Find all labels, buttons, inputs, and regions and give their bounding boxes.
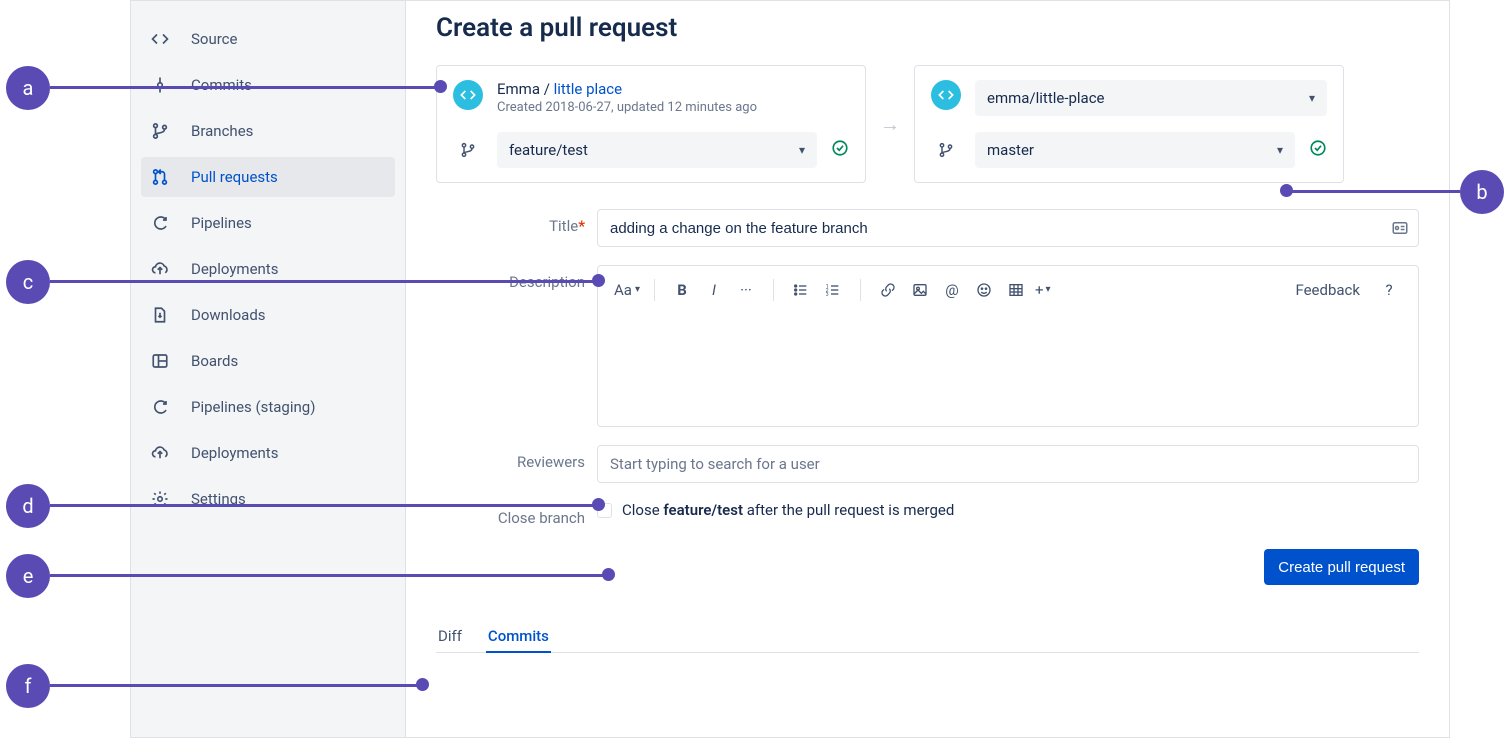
dest-repo-value: emma/little-place — [987, 89, 1105, 107]
title-label: Title* — [436, 209, 597, 235]
numbered-list-button[interactable]: 123 — [820, 277, 846, 303]
tab-diff[interactable]: Diff — [436, 621, 464, 653]
reviewers-input[interactable]: Start typing to search for a user — [597, 445, 1419, 483]
dest-branch-select[interactable]: master ▾ — [975, 132, 1295, 168]
main-content: Create a pull request Emma / little plac… — [406, 1, 1449, 737]
sidebar-item-label: Commits — [191, 76, 252, 94]
branch-icon — [931, 142, 961, 158]
sidebar-item-label: Pull requests — [191, 168, 278, 186]
sidebar-item-downloads[interactable]: Downloads — [141, 295, 395, 335]
repo-avatar — [931, 80, 961, 110]
diff-tabs: Diff Commits — [436, 621, 1419, 653]
annotation-a: a — [6, 66, 50, 110]
annotation-b: b — [1460, 170, 1504, 214]
source-owner: Emma — [497, 80, 540, 98]
required-marker: * — [578, 217, 585, 235]
source-branch-value: feature/test — [509, 141, 588, 159]
sidebar-item-commits[interactable]: Commits — [141, 65, 395, 105]
chevron-down-icon: ▾ — [1046, 284, 1051, 295]
pipeline-icon — [151, 212, 177, 234]
commit-icon — [151, 74, 177, 96]
cloud-up-icon — [151, 442, 177, 464]
more-format-button[interactable]: ··· — [733, 277, 759, 303]
link-button[interactable] — [875, 277, 901, 303]
sidebar-item-label: Downloads — [191, 306, 266, 324]
annotation-e: e — [6, 554, 50, 598]
tab-commits[interactable]: Commits — [486, 621, 551, 653]
code-icon — [151, 28, 177, 50]
sidebar: Source Commits Branches Pull requests Pi… — [131, 1, 406, 737]
annotation-f: f — [6, 664, 50, 708]
text-style-button[interactable]: Aa▾ — [614, 277, 640, 303]
arrow-right-icon: → — [880, 112, 900, 137]
sidebar-item-branches[interactable]: Branches — [141, 111, 395, 151]
description-label: Description — [436, 265, 597, 291]
branch-selector-row: Emma / little place Created 2018-06-27, … — [436, 65, 1419, 183]
close-branch-text: Close feature/test after the pull reques… — [622, 501, 954, 519]
svg-text:3: 3 — [826, 292, 829, 298]
cloud-up-icon — [151, 258, 177, 280]
description-editor[interactable]: Aa▾ B I ··· 123 @ +▾ — [597, 265, 1419, 427]
editor-toolbar: Aa▾ B I ··· 123 @ +▾ — [598, 266, 1418, 314]
board-icon — [151, 350, 177, 372]
branch-icon — [151, 120, 177, 142]
sidebar-item-deployments[interactable]: Deployments — [141, 249, 395, 289]
sidebar-item-settings[interactable]: Settings — [141, 479, 395, 519]
check-circle-icon — [1309, 139, 1327, 161]
table-button[interactable] — [1003, 277, 1029, 303]
bullet-list-button[interactable] — [788, 277, 814, 303]
editor-body[interactable] — [598, 314, 1418, 426]
sidebar-item-label: Deployments — [191, 444, 278, 462]
chevron-down-icon: ▾ — [635, 284, 640, 295]
page-title: Create a pull request — [436, 13, 1419, 43]
sidebar-item-pull-requests[interactable]: Pull requests — [141, 157, 395, 197]
sidebar-item-deployments-2[interactable]: Deployments — [141, 433, 395, 473]
source-repo-meta: Created 2018-06-27, updated 12 minutes a… — [497, 100, 757, 115]
card-icon — [1391, 219, 1409, 241]
sidebar-item-pipelines[interactable]: Pipelines — [141, 203, 395, 243]
dest-branch-card: emma/little-place ▾ master ▾ — [914, 65, 1344, 183]
source-repo-link[interactable]: little place — [554, 80, 622, 98]
branch-icon — [453, 142, 483, 158]
feedback-link[interactable]: Feedback — [1295, 281, 1360, 299]
dest-branch-value: master — [987, 141, 1034, 159]
download-icon — [151, 304, 177, 326]
reviewers-label: Reviewers — [436, 445, 597, 471]
source-branch-select[interactable]: feature/test ▾ — [497, 132, 817, 168]
sidebar-item-pipelines-staging[interactable]: Pipelines (staging) — [141, 387, 395, 427]
sidebar-item-label: Source — [191, 30, 237, 48]
image-button[interactable] — [907, 277, 933, 303]
annotation-d: d — [6, 484, 50, 528]
title-input[interactable] — [597, 209, 1419, 247]
sidebar-item-label: Deployments — [191, 260, 278, 278]
reviewers-placeholder: Start typing to search for a user — [610, 455, 820, 473]
repo-avatar — [453, 80, 483, 110]
sidebar-item-label: Pipelines (staging) — [191, 398, 315, 416]
insert-button[interactable]: +▾ — [1035, 277, 1051, 303]
dest-repo-select[interactable]: emma/little-place ▾ — [975, 80, 1327, 116]
app-frame: Source Commits Branches Pull requests Pi… — [130, 0, 1450, 738]
chevron-down-icon: ▾ — [799, 143, 805, 157]
mention-button[interactable]: @ — [939, 277, 965, 303]
sidebar-item-source[interactable]: Source — [141, 19, 395, 59]
bold-button[interactable]: B — [669, 277, 695, 303]
help-button[interactable]: ? — [1376, 277, 1402, 303]
emoji-button[interactable] — [971, 277, 997, 303]
italic-button[interactable]: I — [701, 277, 727, 303]
sidebar-item-label: Pipelines — [191, 214, 252, 232]
source-repo-line: Emma / little place — [497, 80, 757, 98]
chevron-down-icon: ▾ — [1277, 143, 1283, 157]
sidebar-item-label: Branches — [191, 122, 253, 140]
create-pull-request-button[interactable]: Create pull request — [1264, 549, 1419, 585]
sidebar-item-boards[interactable]: Boards — [141, 341, 395, 381]
annotation-c: c — [6, 260, 50, 304]
source-branch-card: Emma / little place Created 2018-06-27, … — [436, 65, 866, 183]
check-circle-icon — [831, 139, 849, 161]
sidebar-item-label: Boards — [191, 352, 238, 370]
chevron-down-icon: ▾ — [1309, 91, 1315, 105]
pipeline-icon — [151, 396, 177, 418]
pull-request-icon — [151, 166, 177, 188]
